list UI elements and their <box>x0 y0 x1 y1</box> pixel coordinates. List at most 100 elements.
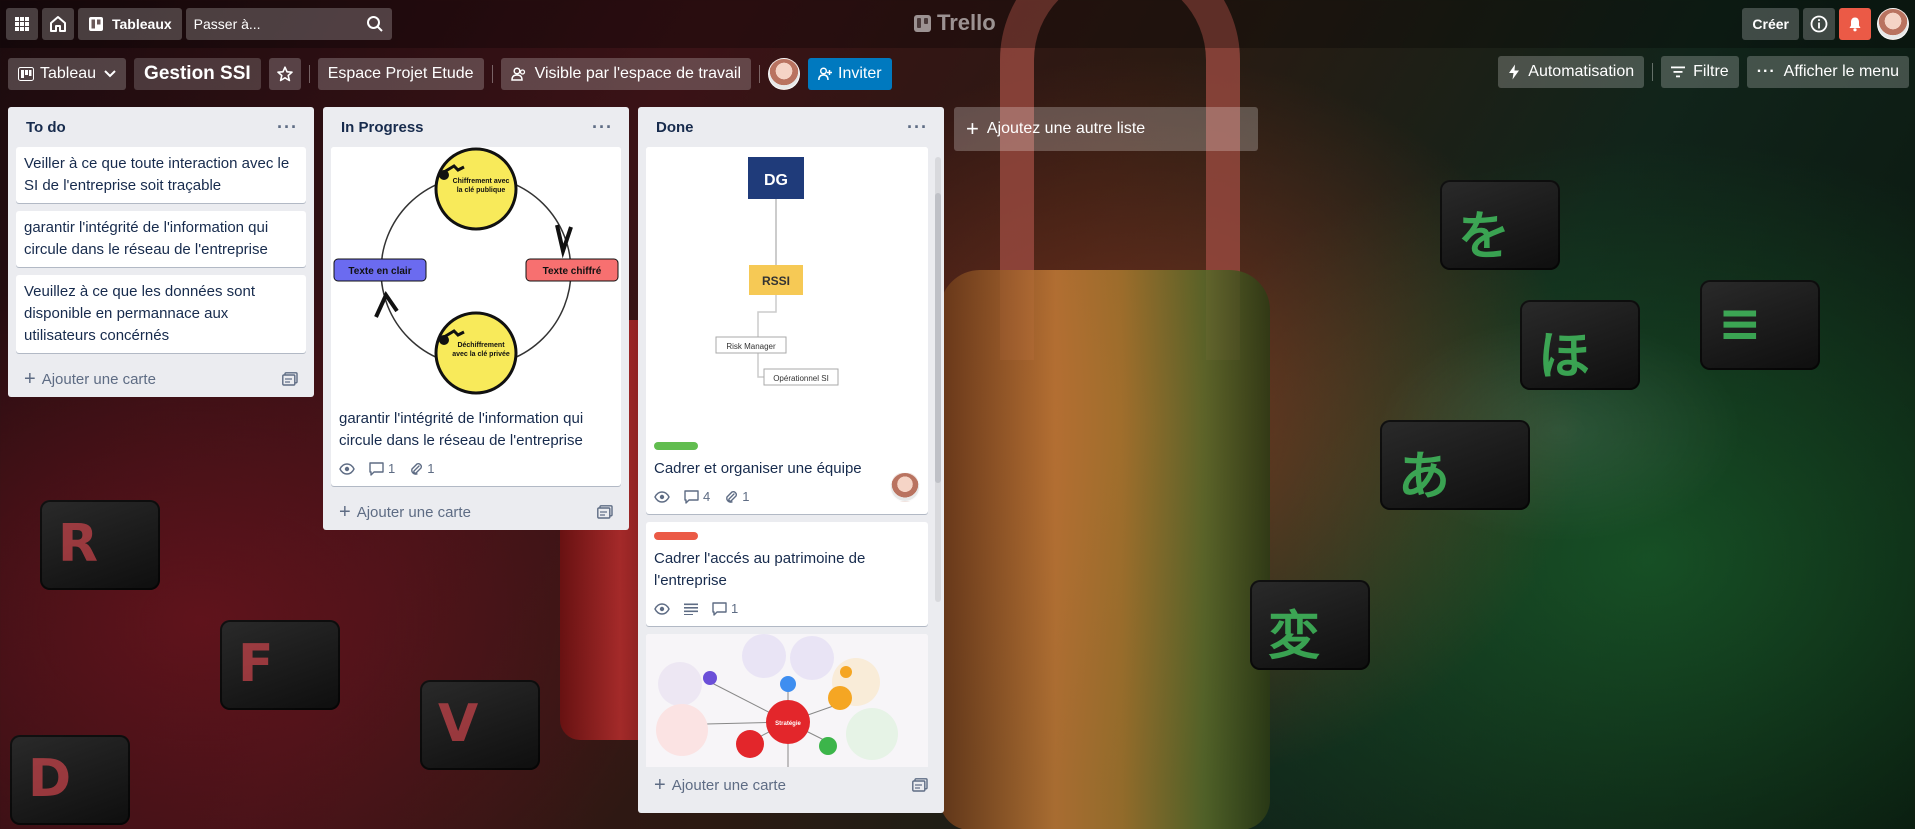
people-icon <box>510 67 525 81</box>
search-icon[interactable] <box>366 15 384 33</box>
lightning-icon <box>1509 64 1520 80</box>
show-menu-label: Afficher le menu <box>1783 63 1899 80</box>
list-title[interactable]: To do <box>26 119 66 136</box>
org-chart-diagram: DG RSSI Risk Manager Opérationnel SI <box>646 147 928 429</box>
show-menu-button[interactable]: ··· Afficher le menu <box>1746 56 1909 88</box>
add-person-icon <box>818 67 832 81</box>
card[interactable]: Chiffrement avec la clé publique Déchiff… <box>331 147 621 486</box>
card[interactable]: Stratégie <box>646 634 928 767</box>
list-done: Done ··· DG RSSI Risk Manager Opérationn… <box>638 107 944 813</box>
add-card-row: + Ajouter une carte <box>331 494 621 530</box>
card-template-icon[interactable] <box>912 778 928 792</box>
attachments-count: 1 <box>427 461 435 476</box>
divider <box>491 65 493 83</box>
chevron-down-icon <box>104 70 116 78</box>
home-icon[interactable] <box>42 8 74 40</box>
diagram-bottom-label: Déchiffrement avec la clé privée <box>452 342 510 358</box>
watching-eye-icon <box>654 603 670 615</box>
notification-bell-icon[interactable] <box>1839 8 1871 40</box>
card-badges: 4 1 <box>654 472 920 508</box>
diagram-left-label: Texte en clair <box>348 266 411 277</box>
card-badges: 1 <box>654 598 920 620</box>
info-icon[interactable] <box>1803 8 1835 40</box>
comments-badge: 1 <box>369 458 395 480</box>
apps-grid-icon[interactable] <box>6 8 38 40</box>
add-card-button[interactable]: + Ajouter une carte <box>654 774 786 797</box>
visibility-label: Visible par l'espace de travail <box>534 65 741 82</box>
card-cover-image: Chiffrement avec la clé publique Déchiff… <box>331 147 621 402</box>
list-scrollbar[interactable] <box>935 157 941 602</box>
comments-count: 1 <box>731 601 739 616</box>
filter-label: Filtre <box>1693 63 1729 80</box>
plus-icon: + <box>654 773 666 796</box>
visibility-button[interactable]: Visible par l'espace de travail <box>500 58 751 90</box>
add-list-button[interactable]: + Ajoutez une autre liste <box>954 107 1258 151</box>
workspace-label: Espace Projet Etude <box>327 65 474 82</box>
board-header-right: Automatisation Filtre ··· Afficher le me… <box>1498 56 1909 88</box>
label-red[interactable] <box>654 532 698 540</box>
list-menu-icon[interactable]: ··· <box>592 117 613 138</box>
label-green[interactable] <box>654 442 698 450</box>
add-card-button[interactable]: + Ajouter une carte <box>339 501 471 524</box>
automation-label: Automatisation <box>1528 63 1635 80</box>
diagram-top-label: Chiffrement avec la clé publique <box>452 178 510 194</box>
description-icon <box>684 603 698 615</box>
list-title[interactable]: In Progress <box>341 119 424 136</box>
watching-eye-icon <box>654 491 670 503</box>
add-list-label: Ajoutez une autre liste <box>986 120 1146 137</box>
filter-icon <box>1671 66 1686 78</box>
star-icon[interactable] <box>268 58 301 90</box>
board-view-switcher[interactable]: Tableau <box>8 58 127 90</box>
mind-map-center-label: Stratégie <box>775 721 801 727</box>
list-header: To do ··· <box>16 107 306 147</box>
list-menu-icon[interactable]: ··· <box>277 117 298 138</box>
card[interactable]: Veuillez à ce que les données sont dispo… <box>16 275 306 353</box>
card[interactable]: DG RSSI Risk Manager Opérationnel SI Cad… <box>646 147 928 514</box>
user-avatar[interactable] <box>1877 8 1909 40</box>
boards-label: Tableaux <box>112 16 172 32</box>
divider <box>759 65 760 83</box>
search-input[interactable] <box>193 16 354 32</box>
boards-button[interactable]: Tableaux <box>78 8 182 40</box>
divider <box>1652 63 1654 81</box>
member-avatar[interactable] <box>768 58 800 90</box>
boards-icon <box>89 17 103 31</box>
comment-icon <box>369 462 384 476</box>
trello-logo-icon <box>914 14 931 32</box>
divider <box>308 65 310 83</box>
card-template-icon[interactable] <box>597 505 613 519</box>
card[interactable]: Veiller à ce que toute interaction avec … <box>16 147 306 203</box>
card-template-icon[interactable] <box>282 372 298 386</box>
add-card-button[interactable]: + Ajouter une carte <box>24 368 156 391</box>
org-dg-label: DG <box>764 172 788 189</box>
invite-label: Inviter <box>838 65 882 82</box>
paperclip-icon <box>411 463 423 475</box>
comment-icon <box>712 602 727 616</box>
attachments-badge: 1 <box>409 458 434 480</box>
logo-text: Trello <box>937 10 996 35</box>
scrollbar-thumb[interactable] <box>935 193 941 483</box>
search-box[interactable] <box>185 8 392 40</box>
invite-button[interactable]: Inviter <box>808 58 892 90</box>
board-title[interactable]: Gestion SSI <box>134 58 261 90</box>
card[interactable]: garantir l'intégrité de l'information qu… <box>16 211 306 267</box>
trello-logo[interactable]: Trello <box>914 10 996 36</box>
card-member-avatar[interactable] <box>890 472 920 502</box>
workspace-button[interactable]: Espace Projet Etude <box>317 58 484 90</box>
card-cover-image: DG RSSI Risk Manager Opérationnel SI <box>646 147 928 436</box>
automation-button[interactable]: Automatisation <box>1498 56 1645 88</box>
list-menu-icon[interactable]: ··· <box>907 117 928 138</box>
add-card-label: Ajouter une carte <box>671 776 786 794</box>
encryption-diagram: Chiffrement avec la clé publique Déchiff… <box>331 147 621 395</box>
create-button[interactable]: Créer <box>1742 8 1799 40</box>
comments-badge: 4 <box>684 486 710 508</box>
list-title[interactable]: Done <box>656 119 694 136</box>
paperclip-icon <box>726 491 738 503</box>
filter-button[interactable]: Filtre <box>1661 56 1739 88</box>
comments-badge: 1 <box>712 598 738 620</box>
comments-count: 1 <box>388 461 396 476</box>
card[interactable]: Cadrer l'accés au patrimoine de l'entrep… <box>646 522 928 626</box>
card-title: Veuillez à ce que les données sont dispo… <box>24 283 255 344</box>
board-view-icon <box>18 67 34 81</box>
diagram-right-label: Texte chiffré <box>543 266 602 277</box>
